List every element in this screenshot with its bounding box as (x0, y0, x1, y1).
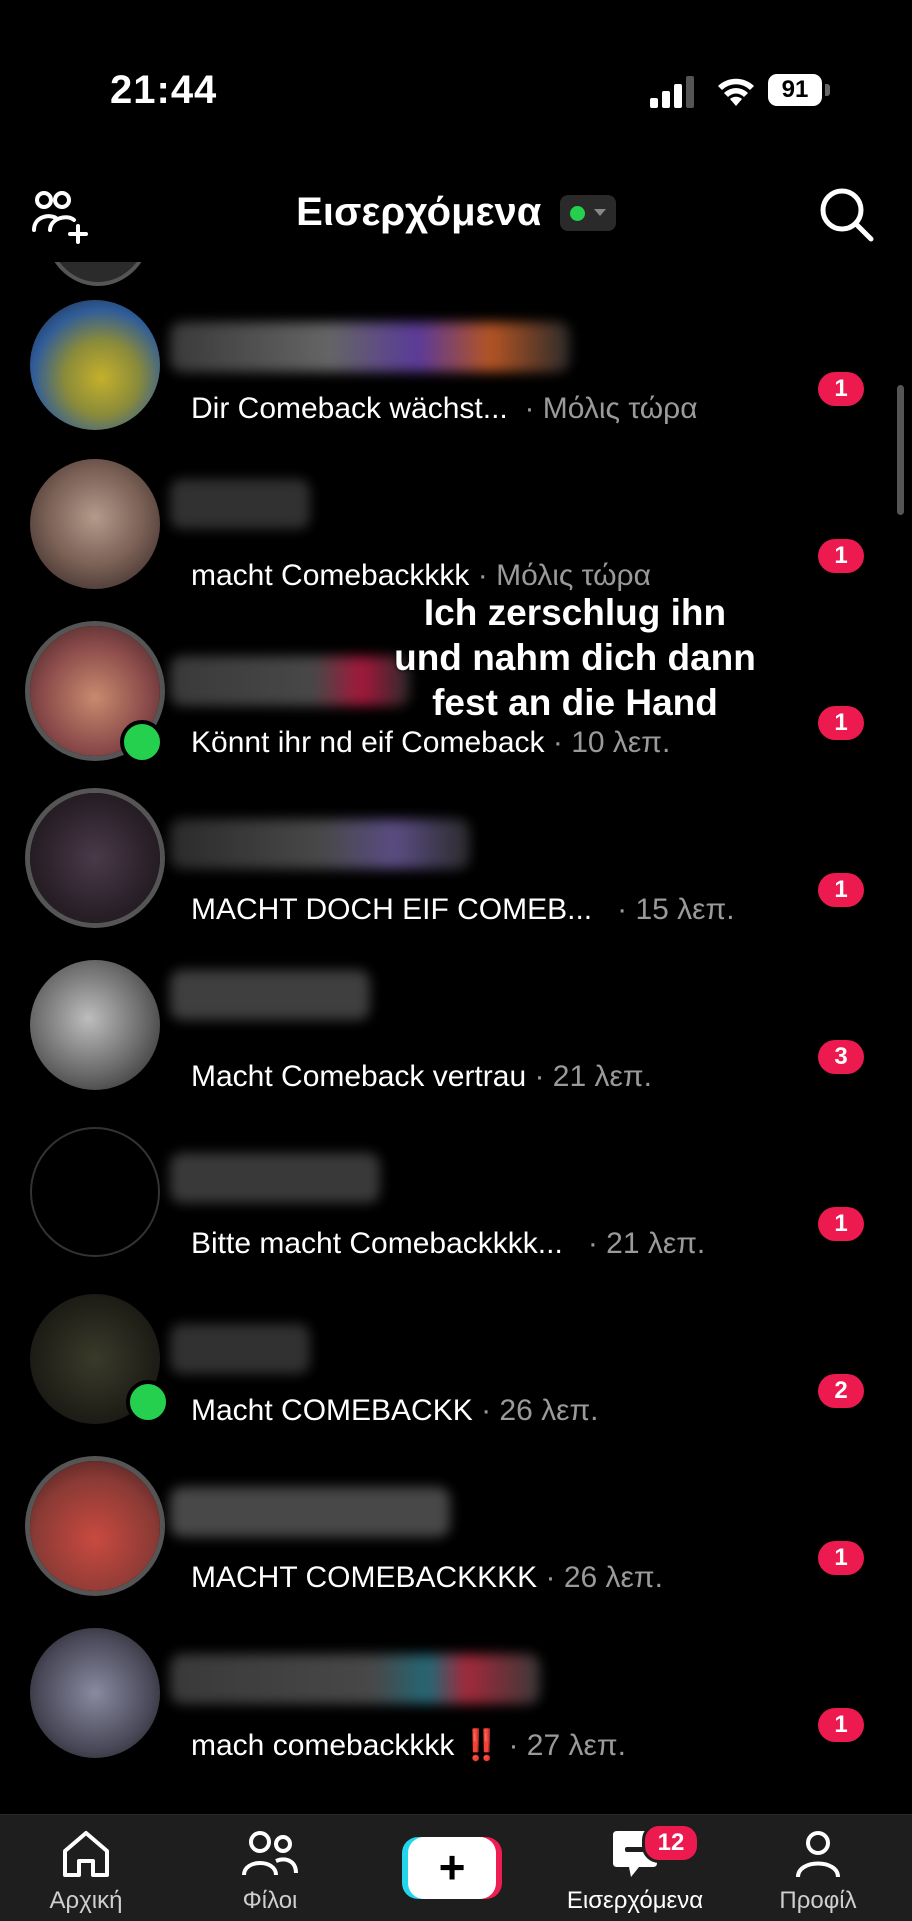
battery-level: 91 (768, 74, 822, 106)
message-preview: MACHT COMEBACKKKK · 26 λεπ. (191, 1561, 663, 1594)
inbox-unread-badge: 12 (642, 1823, 700, 1863)
conversation-list: Dir Comeback wächst... · Μόλις τώρα 1 ma… (0, 262, 912, 1814)
profile-icon (796, 1831, 840, 1878)
avatar[interactable] (30, 1628, 160, 1758)
tab-profile[interactable]: Προφίλ (748, 1815, 888, 1921)
status-bar: 21:44 91 (0, 0, 912, 150)
conversation-row[interactable]: mach comebackkkk ‼️ · 27 λεπ. 1 (0, 1598, 912, 1765)
message-preview: Bitte macht Comebackkkk... · 21 λεπ. (191, 1227, 706, 1260)
chevron-down-icon (593, 208, 606, 216)
message-preview: macht Comebackkkk · Μόλις τώρα (191, 559, 651, 592)
conversation-row[interactable]: Macht COMEBACKK · 26 λεπ. 2 (0, 1264, 912, 1431)
unread-badge: 1 (818, 1207, 864, 1241)
online-status-selector[interactable] (559, 194, 616, 231)
contact-name-redacted (170, 322, 570, 372)
unread-badge: 1 (818, 539, 864, 573)
friends-icon (242, 1831, 298, 1876)
unread-badge: 1 (818, 1541, 864, 1575)
tab-friends[interactable]: Φίλοι (200, 1815, 340, 1921)
tab-label: Εισερχόμενα (566, 1887, 704, 1914)
contact-name-redacted (170, 479, 310, 529)
contact-name-redacted (170, 819, 470, 869)
battery-icon: 91 (768, 74, 832, 108)
overlay-caption: Ich zerschlug ihn und nahm dich dann fes… (360, 590, 790, 725)
avatar[interactable] (30, 1461, 160, 1591)
avatar[interactable] (30, 960, 160, 1090)
unread-badge: 3 (818, 1040, 864, 1074)
message-preview: Macht COMEBACKK · 26 λεπ. (191, 1394, 599, 1427)
message-preview: MACHT DOCH EIF COMEB... · 15 λεπ. (191, 893, 735, 926)
avatar[interactable] (30, 459, 160, 589)
plus-icon: + (408, 1837, 496, 1899)
inbox-header: Εισερχόμενα (0, 170, 912, 260)
online-status-dot (569, 205, 585, 221)
caption-line: Ich zerschlug ihn (423, 592, 727, 633)
avatar[interactable] (30, 1127, 160, 1257)
cellular-signal-icon (650, 76, 694, 108)
home-icon (63, 1831, 109, 1877)
message-preview: mach comebackkkk ‼️ · 27 λεπ. (191, 1729, 626, 1762)
tab-home[interactable]: Αρχική (16, 1815, 156, 1921)
message-preview: Könnt ihr nd eif Comeback · 10 λεπ. (191, 726, 671, 759)
caption-line: und nahm dich dann (394, 637, 756, 678)
avatar[interactable] (30, 793, 160, 923)
tab-label: Προφίλ (779, 1887, 857, 1914)
conversation-row[interactable]: Dir Comeback wächst... · Μόλις τώρα 1 (0, 262, 912, 430)
tab-label: Αρχική (49, 1887, 123, 1914)
tab-label: Φίλοι (242, 1887, 298, 1914)
contact-name-redacted (170, 1487, 450, 1537)
contact-name-redacted (170, 1153, 380, 1203)
message-preview: Macht Comeback vertrau · 21 λεπ. (191, 1060, 652, 1093)
unread-badge: 1 (818, 372, 864, 406)
conversation-row[interactable]: MACHT DOCH EIF COMEB... · 15 λεπ. 1 (0, 763, 912, 930)
status-time: 21:44 (110, 68, 218, 112)
contact-name-redacted (170, 1324, 310, 1374)
conversation-row[interactable]: Macht Comeback vertrau · 21 λεπ. 3 (0, 930, 912, 1097)
unread-badge: 2 (818, 1374, 864, 1408)
contact-name-redacted (170, 970, 370, 1020)
wifi-icon (718, 78, 754, 106)
conversation-row[interactable]: MACHT COMEBACKKKK · 26 λεπ. 1 (0, 1431, 912, 1598)
online-indicator (126, 1380, 170, 1424)
conversation-row[interactable]: macht Comebackkkk · Μόλις τώρα 1 (0, 429, 912, 596)
message-preview: Dir Comeback wächst... · Μόλις τώρα (191, 392, 698, 425)
avatar[interactable] (30, 300, 160, 430)
unread-badge: 1 (818, 706, 864, 740)
unread-badge: 1 (818, 1708, 864, 1742)
conversation-row[interactable]: Bitte macht Comebackkkk... · 21 λεπ. 1 (0, 1097, 912, 1264)
create-button[interactable]: + (402, 1837, 502, 1899)
search-icon[interactable] (816, 184, 876, 244)
caption-line: fest an die Hand (432, 682, 718, 723)
page-title: Εισερχόμενα (296, 190, 542, 234)
scrollbar[interactable] (897, 385, 904, 515)
unread-badge: 1 (818, 873, 864, 907)
contact-name-redacted (170, 1654, 540, 1704)
online-indicator (120, 720, 164, 764)
bottom-tab-bar: Αρχική Φίλοι + Εισερχόμενα 12 Προφίλ (0, 1814, 912, 1921)
